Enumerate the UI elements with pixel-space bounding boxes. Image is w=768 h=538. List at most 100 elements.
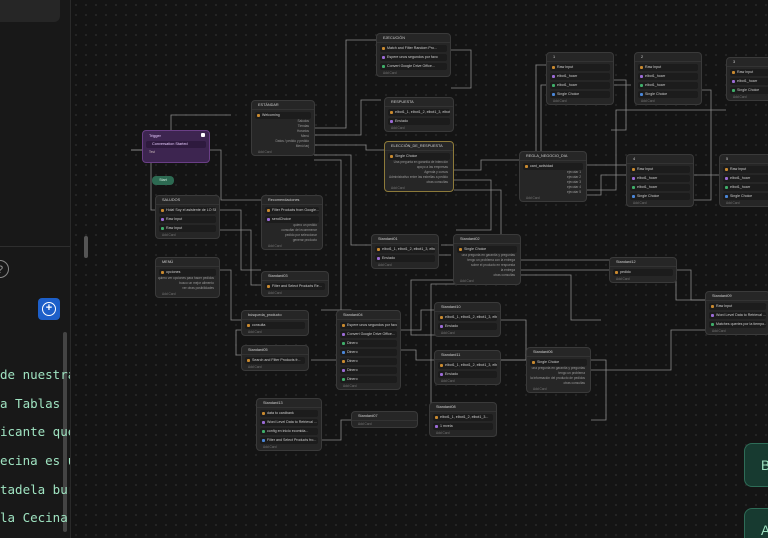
node-block[interactable]: Dinero (340, 340, 397, 347)
flow-canvas[interactable]: Trigger Conversation Started Test Start … (71, 0, 768, 538)
node-ejecucion[interactable]: EJECUCIÓN Match and Filter Random Pro... E… (376, 33, 451, 77)
node-block[interactable]: Convert Google Drive Office... (340, 331, 397, 338)
node-n1[interactable]: 1 Raw Input elbot1_hoarr elbot1_hoarr Single… (546, 52, 614, 105)
sidebar-top-panel[interactable] (0, 0, 60, 22)
toast-bot-published[interactable]: Bot published (744, 443, 768, 487)
node-recomendaciones[interactable]: Recomendaciones Filter Products from Goog… (261, 195, 323, 250)
node-block[interactable]: Filter Products from Google... (265, 207, 319, 214)
node-block[interactable]: config en inicio ecomida... (260, 428, 318, 435)
add-card-button[interactable]: Add Card (385, 185, 453, 191)
add-card-button[interactable]: Add Card (262, 243, 322, 249)
add-card-button[interactable]: Add Card (627, 200, 693, 206)
node-block[interactable]: Word Level Data to Retrieval ... (709, 312, 766, 319)
node-block[interactable]: elbot1_hoarr (723, 175, 768, 182)
node-saludos[interactable]: SALUDOS Hola! Soy el asistente de LO SEL.… (155, 195, 220, 239)
node-s11[interactable]: Standard11 elbot1_1, elbot1_2, elbot1_3, … (434, 350, 501, 385)
node-block[interactable]: Match and Filter Random Pro... (380, 45, 447, 52)
node-block[interactable]: Raw Input (550, 64, 610, 71)
node-block[interactable]: Word Level Data to Retrieval ... (260, 419, 318, 426)
trigger-handle-icon[interactable] (201, 133, 205, 137)
add-card-button[interactable]: Add Card (520, 195, 586, 201)
node-s01[interactable]: Standard01 elbot1_1, elbot1_2, elbot1_3, … (371, 234, 439, 269)
node-block[interactable]: elbot1_hoarr (730, 78, 768, 85)
node-block[interactable]: Enviado (388, 118, 450, 125)
node-block[interactable]: Enviado (438, 371, 497, 378)
add-card-button[interactable]: Add Card (454, 278, 520, 284)
node-block[interactable]: Hola! Soy el asistente de LO SEL... (159, 207, 216, 214)
node-block[interactable]: Raw Input (638, 64, 698, 71)
node-block[interactable]: Single Choice (550, 91, 610, 98)
add-card-button[interactable]: Add Card (727, 94, 768, 100)
node-s02[interactable]: Standard02 Single Choice una pregunta en g… (453, 234, 521, 285)
add-card-button[interactable]: Add Card (156, 232, 219, 238)
node-block[interactable]: Convert Google Drive Office... (380, 63, 447, 70)
node-block[interactable]: Dinero (340, 358, 397, 365)
node-estandar[interactable]: ESTÁNDAR Welcoming Saludos Tiendas Horarios M… (251, 100, 315, 156)
node-block[interactable]: Search and Filter Products fr... (245, 357, 305, 364)
node-block[interactable]: cant_actividad (523, 163, 583, 170)
node-block[interactable]: Single Choice (457, 246, 517, 253)
add-card-button[interactable]: Add Card (372, 262, 438, 268)
node-block[interactable]: Filter and Select Products Re... (265, 283, 325, 290)
add-button[interactable]: + (38, 298, 60, 320)
node-s06[interactable]: Standard06 Single Choice una pregunta en g… (526, 347, 591, 393)
node-block[interactable]: 1 mvela (433, 423, 493, 430)
node-block[interactable]: Raw Input (159, 216, 216, 223)
add-card-button[interactable]: Add Card (385, 125, 453, 131)
node-block[interactable]: Filter and Select Products fro... (260, 437, 318, 444)
node-block[interactable]: Single Choice (388, 153, 450, 160)
node-block[interactable]: Single Choice (723, 193, 768, 200)
node-block[interactable]: Raw Input (723, 166, 768, 173)
node-block[interactable]: elbot1_hoarr (638, 82, 698, 89)
node-s12[interactable]: Standard12 pedido Add Card (609, 257, 677, 283)
add-card-button[interactable]: Add Card (242, 329, 308, 335)
add-card-button[interactable]: Add Card (337, 383, 400, 389)
node-block[interactable]: elbot1_hoarr (630, 175, 690, 182)
add-card-button[interactable]: Add Card (262, 290, 328, 296)
node-block[interactable]: elbot1_hoarr (638, 73, 698, 80)
node-respuesta[interactable]: RESPUESTA elbot1_1, elbot1_2, elbot1_3, e… (384, 97, 454, 132)
node-n2[interactable]: 2 Raw Input elbot1_hoarr elbot1_hoarr Single… (634, 52, 702, 105)
node-block[interactable]: Dinero (340, 367, 397, 374)
node-n3[interactable]: 3 Raw Input elbot1_hoarr Single Choice Add C… (726, 57, 768, 101)
add-card-button[interactable]: Add Card (706, 328, 768, 334)
node-block[interactable]: Dinero (340, 376, 397, 383)
node-block[interactable]: elbot1_1, elbot1_2, elbot1_3... (433, 414, 493, 421)
node-block[interactable]: Espere unos segundos por favor (340, 322, 397, 329)
node-block[interactable]: Raw Input (730, 69, 768, 76)
node-block[interactable]: Espere unos segundos por favo (380, 54, 447, 61)
node-block[interactable]: Single Choice (630, 193, 690, 200)
node-block[interactable]: elbot1_1, elbot1_2, elbot1_3, elbot1_4..… (375, 246, 435, 253)
node-s13[interactable]: Standard13 data to cardbank Word Level Dat… (256, 398, 322, 451)
add-card-button[interactable]: Add Card (377, 70, 450, 76)
node-block[interactable]: Welcoming (255, 112, 311, 119)
node-s04[interactable]: Standard04 Espere unos segundos por favor… (336, 310, 401, 390)
node-block[interactable]: opciones (159, 269, 216, 276)
node-block[interactable]: elbot1_hoarr (630, 184, 690, 191)
node-block[interactable]: elbot1_1, elbot1_2, elbot1_3, elbot1_4..… (388, 109, 450, 116)
add-card-button[interactable]: Add Card (720, 200, 768, 206)
node-block[interactable]: Enviado (438, 323, 497, 330)
node-block[interactable]: data to cardbank (260, 410, 318, 417)
node-s03[interactable]: Standard03 Filter and Select Products Re.… (261, 271, 329, 297)
add-card-button[interactable]: Add Card (547, 98, 613, 104)
node-block[interactable]: elbot1_1, elbot1_2, elbot1_3, elbot1_4..… (438, 362, 497, 369)
node-block[interactable]: Matches queries por la tiempo... (709, 321, 766, 328)
start-node[interactable]: Start (152, 176, 174, 185)
node-s09[interactable]: Standard09 Raw Input Word Level Data to Re… (705, 291, 768, 335)
trigger-block[interactable]: Conversation Started (146, 141, 206, 148)
add-card-button[interactable]: Add Card (635, 98, 701, 104)
add-card-button[interactable]: Add Card (435, 330, 500, 336)
node-n5[interactable]: 5 Raw Input elbot1_hoarr elbot1_hoarr Single… (719, 154, 768, 207)
node-block[interactable]: Dinero (340, 349, 397, 356)
add-card-button[interactable]: Add Card (527, 386, 590, 392)
node-block[interactable]: Single Choice (638, 91, 698, 98)
node-eleccion[interactable]: ELECCIÓN_DE_RESPUESTA Single Choice Una pr… (384, 141, 454, 192)
add-card-button[interactable]: Add Card (430, 430, 496, 436)
node-block[interactable]: Enviado (375, 255, 435, 262)
node-menu[interactable]: MENÚ opciones quiero ver opciones para hac… (155, 257, 220, 298)
node-s07[interactable]: Standard07 Add Card (351, 411, 418, 428)
node-s05[interactable]: Standard05 Search and Filter Products fr.… (241, 345, 309, 371)
node-block[interactable]: Raw Input (159, 225, 216, 232)
node-block[interactable]: sendChoice (265, 216, 319, 223)
